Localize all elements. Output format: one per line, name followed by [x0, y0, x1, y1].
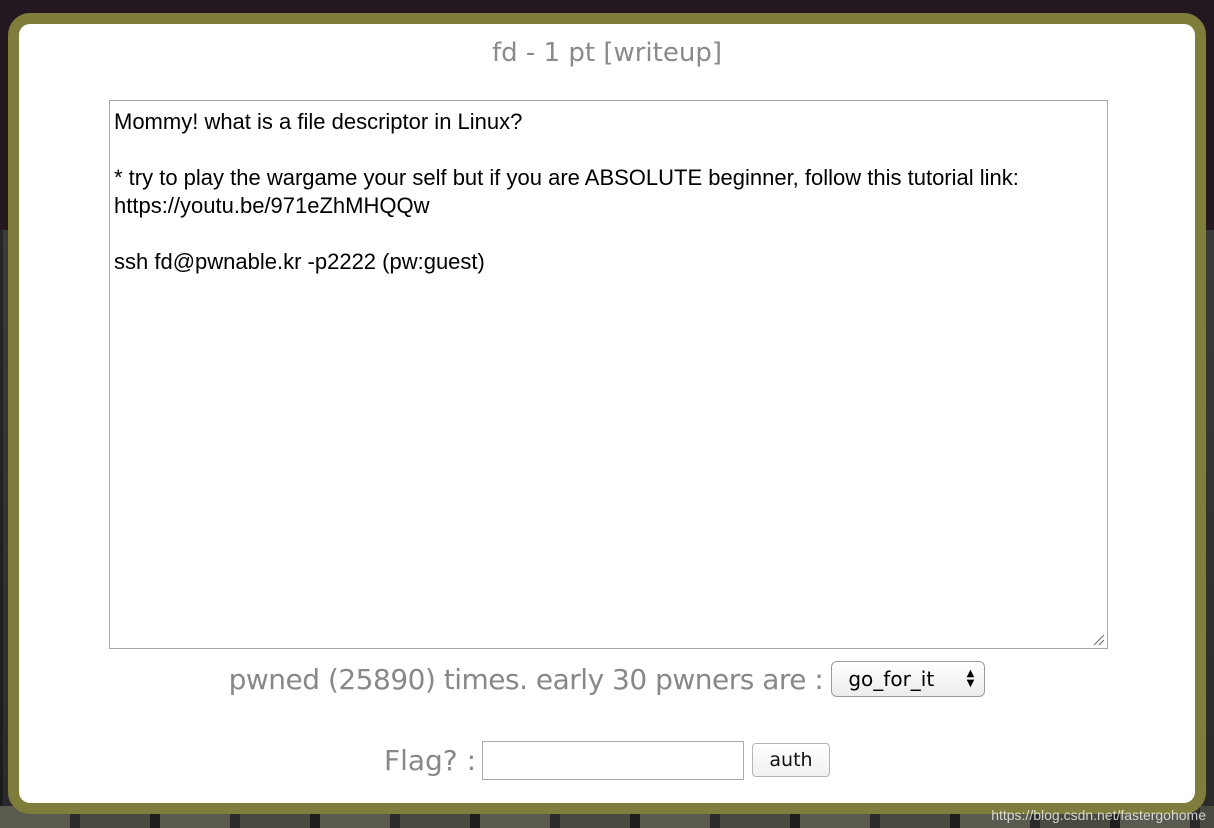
watermark: https://blog.csdn.net/fastergohome — [991, 807, 1206, 823]
auth-button[interactable]: auth — [752, 743, 830, 777]
challenge-modal: fd - 1 pt [writeup] Mommy! what is a fil… — [8, 13, 1206, 814]
early-pwners-select[interactable]: go_for_it ▲ ▼ — [831, 661, 986, 697]
selected-pwner: go_for_it — [848, 667, 935, 691]
flag-input[interactable] — [482, 740, 744, 780]
pwned-stats: pwned (25890) times. early 30 pwners are… — [19, 659, 1195, 699]
up-down-arrows-icon: ▲ ▼ — [966, 668, 975, 689]
challenge-description[interactable]: Mommy! what is a file descriptor in Linu… — [109, 100, 1108, 649]
pwned-count-text: pwned (25890) times. early 30 pwners are… — [228, 662, 824, 696]
challenge-title: fd - 1 pt [writeup] — [492, 38, 722, 68]
flag-label: Flag? : — [383, 743, 476, 777]
flag-form: Flag? : auth — [19, 740, 1195, 780]
